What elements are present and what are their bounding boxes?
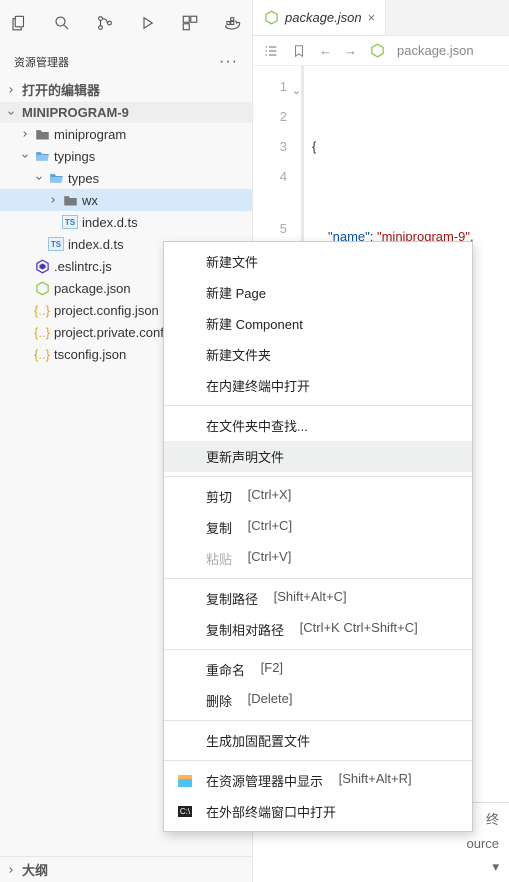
eslint-icon — [34, 258, 50, 274]
chevron-right-icon — [6, 865, 18, 875]
folder-open-icon — [34, 148, 50, 164]
ctx-paste: 粘贴 [Ctrl+V] — [164, 543, 472, 574]
bookmark-icon[interactable] — [291, 43, 307, 59]
json-file-icon: {..} — [34, 324, 50, 340]
json-file-icon: {..} — [34, 302, 50, 318]
separator — [164, 476, 472, 477]
debug-icon[interactable] — [136, 12, 158, 34]
section-open-editors[interactable]: 打开的编辑器 — [0, 77, 252, 102]
dropdown-icon[interactable]: ▾ — [492, 859, 499, 875]
fold-icon[interactable]: ⌄ — [292, 76, 301, 106]
ctx-delete[interactable]: 删除 [Delete] — [164, 685, 472, 716]
tree-file-index-dts-1[interactable]: TSindex.d.ts — [0, 211, 252, 233]
breadcrumb-file[interactable]: package.json — [397, 43, 474, 58]
chevron-down-icon — [34, 173, 44, 183]
chevron-down-icon — [6, 108, 18, 118]
separator — [164, 578, 472, 579]
extensions-icon[interactable] — [179, 12, 201, 34]
ctx-find-in-folder[interactable]: 在文件夹中查找... — [164, 410, 472, 441]
ctx-new-component[interactable]: 新建 Component — [164, 308, 472, 339]
chevron-right-icon — [48, 195, 58, 205]
json-file-icon: {..} — [34, 346, 50, 362]
ctx-copy-path[interactable]: 复制路径 [Shift+Alt+C] — [164, 583, 472, 614]
file-explorer-icon — [176, 772, 194, 790]
back-icon[interactable]: ← — [319, 43, 332, 58]
ctx-cut[interactable]: 剪切 [Ctrl+X] — [164, 481, 472, 512]
tree-folder-wx[interactable]: wx — [0, 189, 252, 211]
context-menu: 新建文件 新建 Page 新建 Component 新建文件夹 在内建终端中打开… — [163, 241, 473, 832]
separator — [164, 649, 472, 650]
tree-folder-miniprogram[interactable]: miniprogram — [0, 123, 252, 145]
docker-icon[interactable] — [222, 12, 244, 34]
chevron-right-icon — [20, 129, 30, 139]
section-outline[interactable]: 大纲 — [0, 856, 252, 882]
ctx-copy-rel-path[interactable]: 复制相对路径 [Ctrl+K Ctrl+Shift+C] — [164, 614, 472, 645]
files-icon[interactable] — [8, 12, 30, 34]
source-control-icon[interactable] — [94, 12, 116, 34]
ctx-external-terminal[interactable]: C:\ 在外部终端窗口中打开 — [164, 796, 472, 827]
panel-source[interactable]: ource — [466, 836, 499, 851]
ctx-gen-harden[interactable]: 生成加固配置文件 — [164, 725, 472, 756]
folder-icon — [62, 192, 78, 208]
nodejs-icon — [34, 280, 50, 296]
ctx-reveal-explorer[interactable]: 在资源管理器中显示 [Shift+Alt+R] — [164, 765, 472, 796]
ctx-copy[interactable]: 复制 [Ctrl+C] — [164, 512, 472, 543]
tab-bar: package.json × — [253, 0, 509, 36]
terminal-icon: C:\ — [176, 803, 194, 821]
ctx-new-file[interactable]: 新建文件 — [164, 246, 472, 277]
ts-file-icon: TS — [48, 237, 64, 251]
activity-bar — [0, 0, 252, 45]
section-project[interactable]: MINIPROGRAM-9 — [0, 102, 252, 123]
tree-folder-types[interactable]: types — [0, 167, 252, 189]
nodejs-icon — [369, 43, 385, 59]
chevron-down-icon — [20, 151, 30, 161]
tree-folder-typings[interactable]: typings — [0, 145, 252, 167]
separator — [164, 720, 472, 721]
sidebar-title: 资源管理器 — [14, 54, 69, 70]
ctx-new-page[interactable]: 新建 Page — [164, 277, 472, 308]
ctx-update-declaration[interactable]: 更新声明文件 — [164, 441, 472, 472]
close-icon[interactable]: × — [368, 10, 376, 25]
tab-packagejson[interactable]: package.json × — [253, 0, 386, 35]
more-icon[interactable]: ··· — [219, 53, 238, 71]
forward-icon[interactable]: → — [344, 43, 357, 58]
panel-tab[interactable]: 终 — [486, 809, 499, 828]
separator — [164, 405, 472, 406]
ctx-new-folder[interactable]: 新建文件夹 — [164, 339, 472, 370]
search-icon[interactable] — [51, 12, 73, 34]
ctx-open-integrated-terminal[interactable]: 在内建终端中打开 — [164, 370, 472, 401]
list-icon[interactable] — [263, 43, 279, 59]
breadcrumb: ← → package.json — [253, 36, 509, 66]
chevron-right-icon — [6, 85, 18, 95]
nodejs-icon — [263, 10, 279, 26]
folder-icon — [34, 126, 50, 142]
ts-file-icon: TS — [62, 215, 78, 229]
ctx-rename[interactable]: 重命名 [F2] — [164, 654, 472, 685]
separator — [164, 760, 472, 761]
folder-open-icon — [48, 170, 64, 186]
